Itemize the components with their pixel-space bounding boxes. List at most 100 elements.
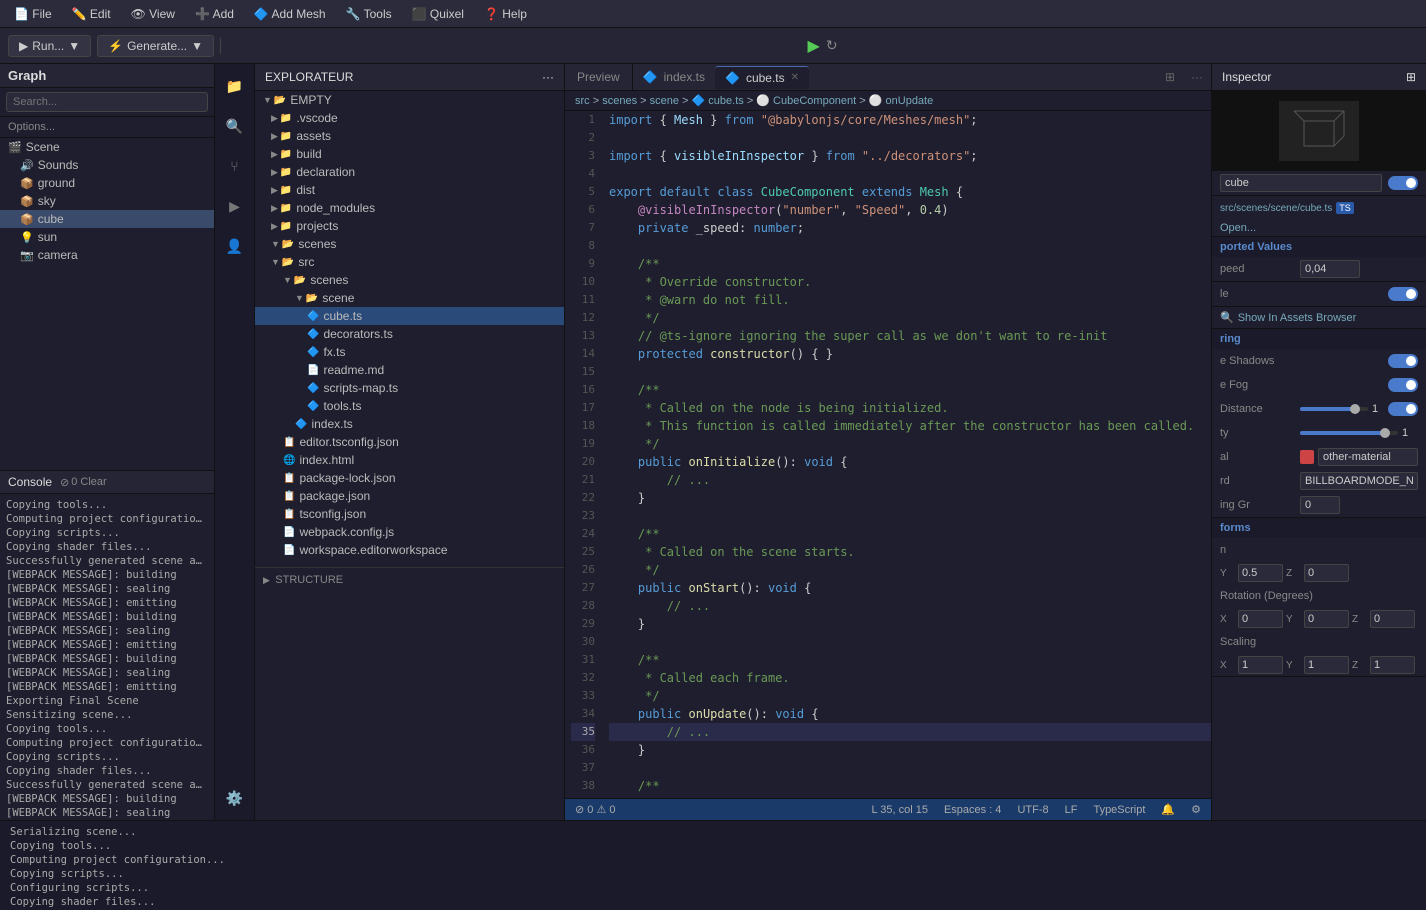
- breadcrumb-scene[interactable]: scene: [650, 95, 679, 107]
- tree-item-sun[interactable]: 💡 sun: [0, 228, 214, 246]
- n-label: n: [1220, 544, 1300, 556]
- git-icon-btn[interactable]: ⑂: [221, 152, 249, 180]
- speed-input[interactable]: [1300, 260, 1360, 278]
- tree-item-sounds[interactable]: 🔊 Sounds: [0, 156, 214, 174]
- breadcrumb-src[interactable]: src: [575, 95, 590, 107]
- menu-view[interactable]: 👁 View: [125, 5, 181, 23]
- material-input[interactable]: [1318, 448, 1418, 466]
- billboard-input[interactable]: [1300, 472, 1418, 490]
- explorer-item-node-modules[interactable]: ▶ 📁 node_modules: [255, 199, 564, 217]
- explorer-item-assets[interactable]: ▶ 📁 assets: [255, 127, 564, 145]
- run-button[interactable]: ▶ Run... ▼: [8, 35, 91, 57]
- explorer-item-src-scenes[interactable]: ▼ 📂 scenes: [255, 271, 564, 289]
- rot-z-input[interactable]: [1370, 610, 1415, 628]
- fog-toggle[interactable]: [1388, 378, 1418, 392]
- files-icon-btn[interactable]: 📁: [221, 72, 249, 100]
- menu-add[interactable]: ➕ Add: [189, 5, 240, 23]
- explorer-item-tsconfig[interactable]: 📋 tsconfig.json: [255, 505, 564, 523]
- explorer-item-declaration[interactable]: ▶ 📁 declaration: [255, 163, 564, 181]
- explorer-item-readme-md[interactable]: 📄 readme.md: [255, 361, 564, 379]
- explorer-item-scripts-map[interactable]: 🔷 scripts-map.ts: [255, 379, 564, 397]
- rot-y-input[interactable]: [1304, 610, 1349, 628]
- menu-edit[interactable]: ✏️ Edit: [66, 5, 117, 23]
- explorer-item-scene[interactable]: ▼ 📂 scene: [255, 289, 564, 307]
- status-language[interactable]: TypeScript: [1093, 804, 1145, 816]
- tree-item-ground[interactable]: 📦 ground: [0, 174, 214, 192]
- menu-quixel[interactable]: ⬛ Quixel: [406, 5, 470, 23]
- explorer-item-build[interactable]: ▶ 📁 build: [255, 145, 564, 163]
- folder-arrow-icon: ▼: [271, 239, 280, 249]
- explorer-item-index-ts[interactable]: 🔷 index.ts: [255, 415, 564, 433]
- preview-tab[interactable]: Preview: [565, 64, 633, 90]
- open-file-button[interactable]: Open...: [1212, 220, 1426, 236]
- tree-item-cube[interactable]: 📦 cube: [0, 210, 214, 228]
- ing-gr-input[interactable]: [1300, 496, 1340, 514]
- tree-item-sky[interactable]: 📦 sky: [0, 192, 214, 210]
- explorer-item-src[interactable]: ▼ 📂 src: [255, 253, 564, 271]
- explorer-root[interactable]: ▼ 📂 EMPTY: [255, 91, 564, 109]
- mesh-name-input[interactable]: [1220, 174, 1382, 192]
- tab-index-ts[interactable]: 🔷 index.ts: [633, 66, 715, 88]
- cast-shadows-toggle[interactable]: [1388, 354, 1418, 368]
- menu-help[interactable]: ❓ Help: [478, 5, 533, 23]
- person-icon-btn[interactable]: 👤: [221, 232, 249, 260]
- explorer-item-package-lock[interactable]: 📋 package-lock.json: [255, 469, 564, 487]
- ty-slider[interactable]: [1300, 431, 1398, 435]
- tab-close-icon[interactable]: ✕: [791, 72, 799, 83]
- code-editor-content[interactable]: 123 456 789 101112 131415 161718 192021 …: [565, 111, 1211, 798]
- explorer-label: package.json: [299, 489, 370, 503]
- explorer-item-fx-ts[interactable]: 🔷 fx.ts: [255, 343, 564, 361]
- options-button[interactable]: Options...: [0, 117, 214, 138]
- breadcrumb-on-update[interactable]: ⚪ onUpdate: [869, 95, 933, 107]
- run-icon-btn[interactable]: ▶: [221, 192, 249, 220]
- generate-button[interactable]: ⚡ Generate... ▼: [97, 35, 214, 57]
- js-file-icon: 📄: [283, 527, 295, 538]
- split-editor-icon[interactable]: ⊞: [1157, 70, 1183, 84]
- tree-item-scene[interactable]: 🎬 Scene: [0, 138, 214, 156]
- explorer-item-dist[interactable]: ▶ 📁 dist: [255, 181, 564, 199]
- distance-toggle[interactable]: [1388, 402, 1418, 416]
- search-icon-btn[interactable]: 🔍: [221, 112, 249, 140]
- console-line: Copying scripts...: [4, 750, 210, 764]
- explorer-item-tools-ts[interactable]: 🔷 tools.ts: [255, 397, 564, 415]
- explorer-item-webpack-config[interactable]: 📄 webpack.config.js: [255, 523, 564, 541]
- pos-z-input[interactable]: [1304, 564, 1349, 582]
- scale-x-input[interactable]: [1238, 656, 1283, 674]
- tree-item-camera[interactable]: 📷 camera: [0, 246, 214, 264]
- scale-z-input[interactable]: [1370, 656, 1415, 674]
- le-toggle[interactable]: [1388, 287, 1418, 301]
- explorer-item-cube-ts[interactable]: 🔷 cube.ts: [255, 307, 564, 325]
- rot-x-input[interactable]: [1238, 610, 1283, 628]
- explorer-item-package-json[interactable]: 📋 package.json: [255, 487, 564, 505]
- explorer-item-workspace[interactable]: 📄 workspace.editorworkspace: [255, 541, 564, 559]
- console-line: [WEBPACK MESSAGE]: emitting: [4, 596, 210, 610]
- inspector-collapse-icon[interactable]: ⊞: [1406, 70, 1416, 84]
- explorer-item-scenes[interactable]: ▼ 📂 scenes: [255, 235, 564, 253]
- play-button[interactable]: ▶: [808, 36, 820, 56]
- tab-cube-ts[interactable]: 🔷 cube.ts ✕: [715, 66, 809, 89]
- explorer-item-editor-tsconfig[interactable]: 📋 editor.tsconfig.json: [255, 433, 564, 451]
- breadcrumb-scenes[interactable]: scenes: [602, 95, 637, 107]
- visibility-toggle[interactable]: [1388, 176, 1418, 190]
- ts-file-icon: 🔷: [295, 419, 307, 430]
- show-assets-button[interactable]: 🔍 Show In Assets Browser: [1212, 307, 1426, 328]
- explorer-item-vscode[interactable]: ▶ 📁 .vscode: [255, 109, 564, 127]
- explorer-item-decorators-ts[interactable]: 🔷 decorators.ts: [255, 325, 564, 343]
- menu-file[interactable]: 📄 File: [8, 5, 58, 23]
- search-input[interactable]: [6, 92, 208, 112]
- file-link[interactable]: src/scenes/scene/cube.ts TS: [1220, 202, 1354, 214]
- settings-icon-btn[interactable]: ⚙️: [221, 784, 249, 812]
- editor-more-icon[interactable]: ···: [1183, 70, 1211, 84]
- breadcrumb-cube-ts[interactable]: 🔷 cube.ts: [692, 95, 744, 107]
- menu-tools[interactable]: 🔧 Tools: [340, 5, 398, 23]
- console-clear-button[interactable]: ⊘ 0 Clear: [60, 476, 107, 489]
- distance-slider[interactable]: [1300, 407, 1368, 411]
- refresh-button[interactable]: ↻: [826, 37, 838, 54]
- explorer-item-projects[interactable]: ▶ 📁 projects: [255, 217, 564, 235]
- scale-y-input[interactable]: [1304, 656, 1349, 674]
- breadcrumb-cube-component[interactable]: ⚪ CubeComponent: [756, 95, 856, 107]
- pos-y-input[interactable]: [1238, 564, 1283, 582]
- menu-add-mesh[interactable]: 🔷 Add Mesh: [248, 5, 332, 23]
- explorer-menu-icon[interactable]: ···: [542, 70, 554, 84]
- explorer-item-index-html[interactable]: 🌐 index.html: [255, 451, 564, 469]
